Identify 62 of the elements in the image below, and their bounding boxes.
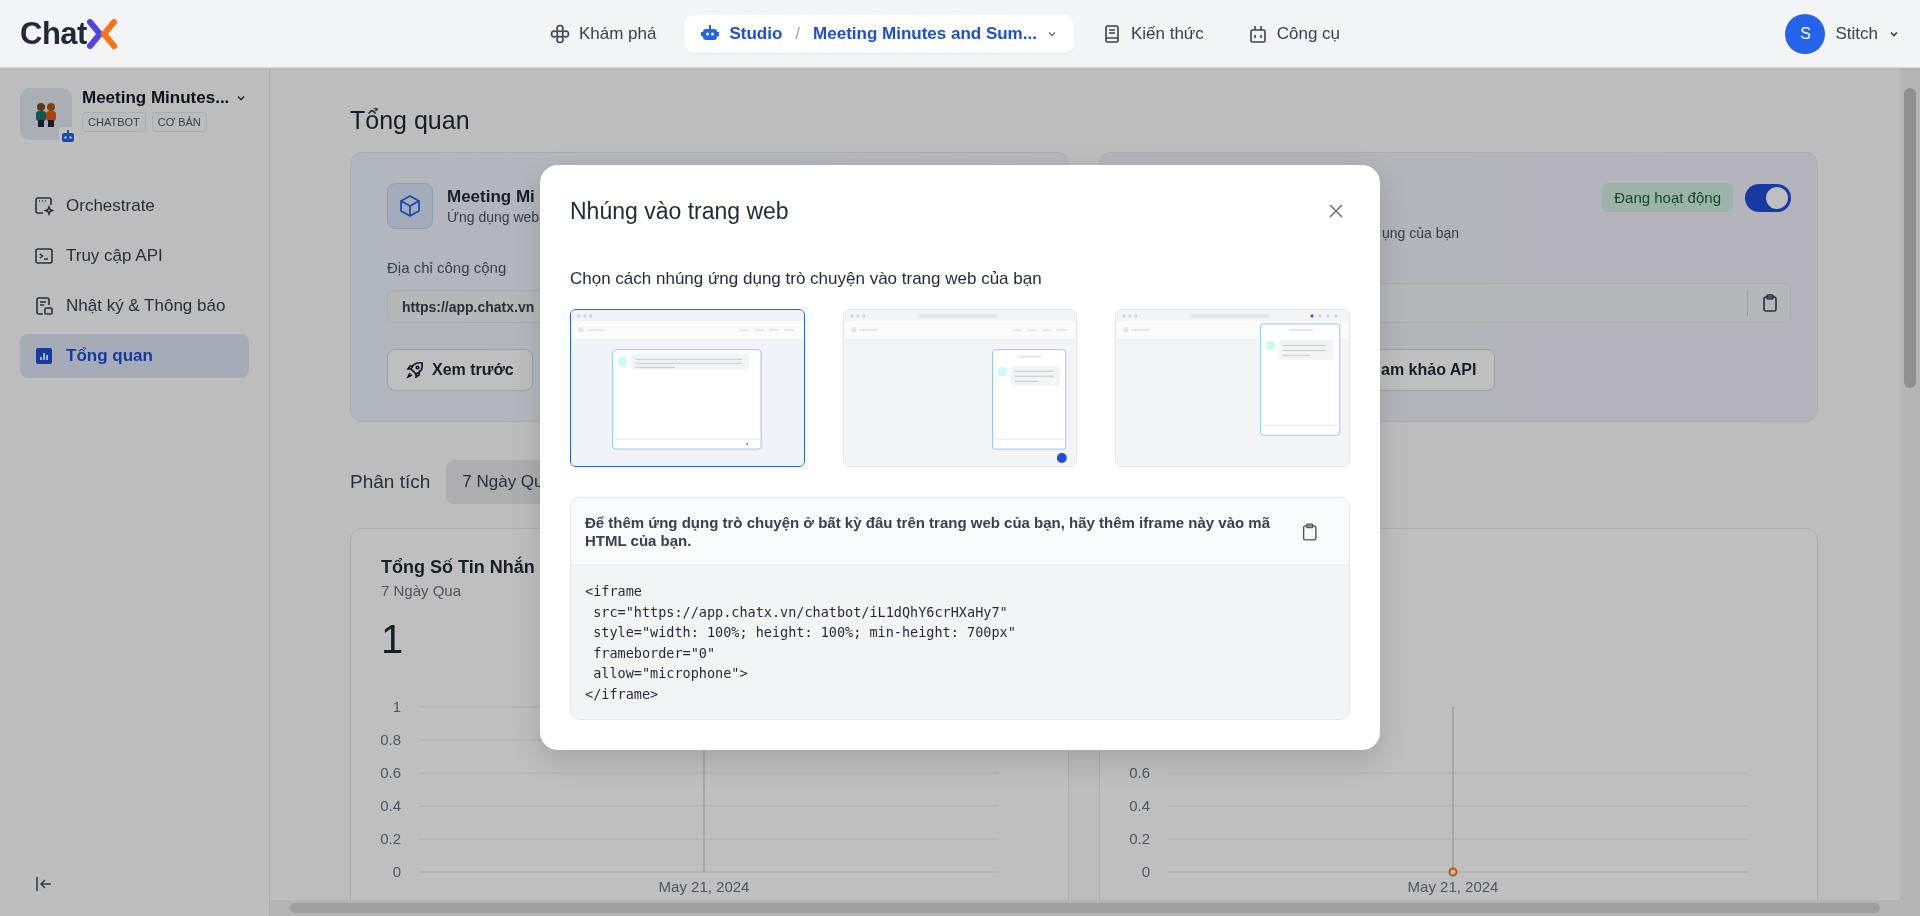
- axis-tick-label: 0.2: [380, 830, 401, 847]
- cube-icon: [387, 183, 433, 229]
- breadcrumb-separator: /: [795, 23, 801, 44]
- axis-tick-label: 0: [1141, 863, 1150, 880]
- dialog-subtitle: Chọn cách nhúng ứng dụng trò chuyện vào trang web của bạn: [570, 269, 1043, 289]
- code-snippet: <iframe src="https://app.chatx.vn/chatbot/iL1dQhY6crHXaHy7" style="width: 100%; height: 100%; min-height: 700px" frameborder="0" allow="microphone"> </iframe>: [584, 582, 1017, 704]
- sidebar-item[interactable]: Tổng quan: [20, 334, 249, 378]
- toggle-switch[interactable]: [1745, 183, 1791, 212]
- collapse-icon[interactable]: [34, 874, 54, 894]
- dialog-title: Nhúng vào trang web: [570, 197, 789, 226]
- axis-tick-label: 0: [392, 863, 401, 880]
- app-tag: CHATBOT: [82, 112, 146, 132]
- vertical-scrollbar[interactable]: [1900, 68, 1920, 916]
- app-name[interactable]: Meeting Minutes...: [82, 88, 230, 108]
- copy-icon[interactable]: [1760, 292, 1780, 313]
- nav-tab[interactable]: Công cụ: [1231, 14, 1357, 53]
- axis-tick-label: May 21, 2024: [658, 878, 750, 895]
- chart-title: Tổng Số Tin Nhắn: [381, 557, 535, 578]
- horizontal-scrollbar[interactable]: [270, 900, 1900, 916]
- nav-tab[interactable]: Kiến thức: [1085, 14, 1220, 53]
- embed-option[interactable]: [570, 309, 805, 467]
- axis-tick-label: 0.4: [1129, 797, 1150, 814]
- field-label: Địa chỉ công cộng: [387, 259, 508, 276]
- bar-chart-icon: [34, 346, 54, 366]
- copy-icon[interactable]: [1301, 521, 1319, 543]
- card-title: Meeting Mi: [447, 187, 536, 207]
- logo-icon: [86, 18, 117, 49]
- sidebar-item[interactable]: Nhật ký & Thông báo: [20, 284, 249, 328]
- sidebar-item[interactable]: Truy cập API: [20, 234, 249, 278]
- axis-tick-label: 0.4: [380, 797, 401, 814]
- explore-icon: [549, 23, 570, 44]
- user-name[interactable]: Stitch: [1835, 23, 1878, 44]
- total-value: 1: [381, 617, 404, 662]
- section-title: Phân tích: [350, 471, 431, 493]
- sidebar-item[interactable]: Orchestrate: [20, 184, 249, 228]
- nav-tab[interactable]: Studio / Meeting Minutes and Sum...: [684, 14, 1074, 53]
- axis-tick-label: 1: [392, 698, 401, 715]
- nav-tab[interactable]: Khám phá: [533, 14, 673, 53]
- instruction-text: Để thêm ứng dụng trò chuyện ở bất kỳ đâu trên trang web của bạn, hãy thêm iframe này vào mã HTML của bạn.: [585, 514, 1271, 550]
- app-tag: CƠ BẢN: [151, 112, 207, 132]
- axis-tick-label: 0.2: [1129, 830, 1150, 847]
- card-description: ụng của bạn: [1382, 225, 1460, 241]
- preview-button[interactable]: Xem trước: [387, 349, 533, 391]
- chart-subtitle: 7 Ngày Qua: [381, 582, 462, 599]
- sparkle-window-icon: [34, 196, 54, 216]
- robot-icon: [59, 127, 77, 145]
- terminal-icon: [34, 246, 54, 266]
- axis-tick-label: May 21, 2024: [1407, 878, 1499, 895]
- card-description: Ứng dụng web: [447, 209, 540, 225]
- browser-window-icon: [571, 310, 804, 466]
- logo-text: Chat: [20, 15, 87, 52]
- rocket-icon: [406, 361, 424, 379]
- axis-tick-label: 0.6: [1129, 764, 1150, 781]
- toolbox-icon: [1247, 23, 1268, 44]
- page-title: Tổng quan: [350, 105, 471, 136]
- status-badge: Đang hoạt động: [1602, 183, 1733, 212]
- axis-tick-label: 0.6: [380, 764, 401, 781]
- app-switcher[interactable]: Meeting Minutes and Sum...: [813, 23, 1037, 44]
- close-icon[interactable]: [1328, 203, 1344, 219]
- user-avatar[interactable]: S: [1785, 13, 1826, 54]
- document-icon: [34, 296, 54, 316]
- axis-tick-label: 0.8: [380, 731, 401, 748]
